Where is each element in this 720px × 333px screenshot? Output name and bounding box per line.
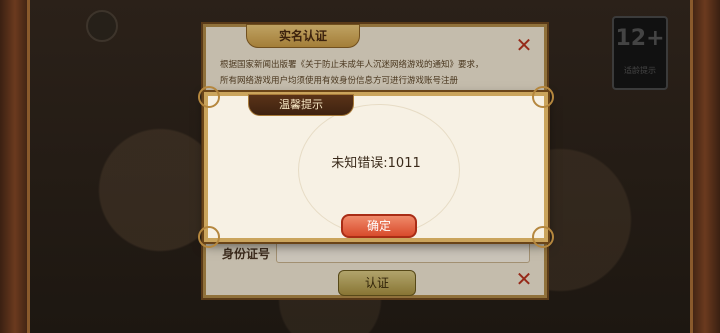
error-message: 未知错误:1011: [331, 156, 421, 171]
age-rating-text: 适龄提示: [624, 66, 656, 75]
settings-icon[interactable]: [86, 10, 118, 42]
corner-ornament-icon: [532, 226, 554, 248]
tip-dialog-title: 温馨提示: [248, 94, 354, 116]
left-wood-frame: [0, 0, 30, 333]
right-wood-frame: [690, 0, 720, 333]
corner-ornament-icon: [198, 226, 220, 248]
corner-ornament-icon: [198, 86, 220, 108]
tip-dialog: 温馨提示 未知错误:1011 确定: [198, 86, 554, 248]
confirm-button[interactable]: 确定: [341, 214, 417, 238]
corner-ornament-icon: [532, 86, 554, 108]
age-rating-badge: 12+ 适龄提示: [612, 16, 668, 90]
age-rating-number: 12+: [615, 26, 665, 51]
